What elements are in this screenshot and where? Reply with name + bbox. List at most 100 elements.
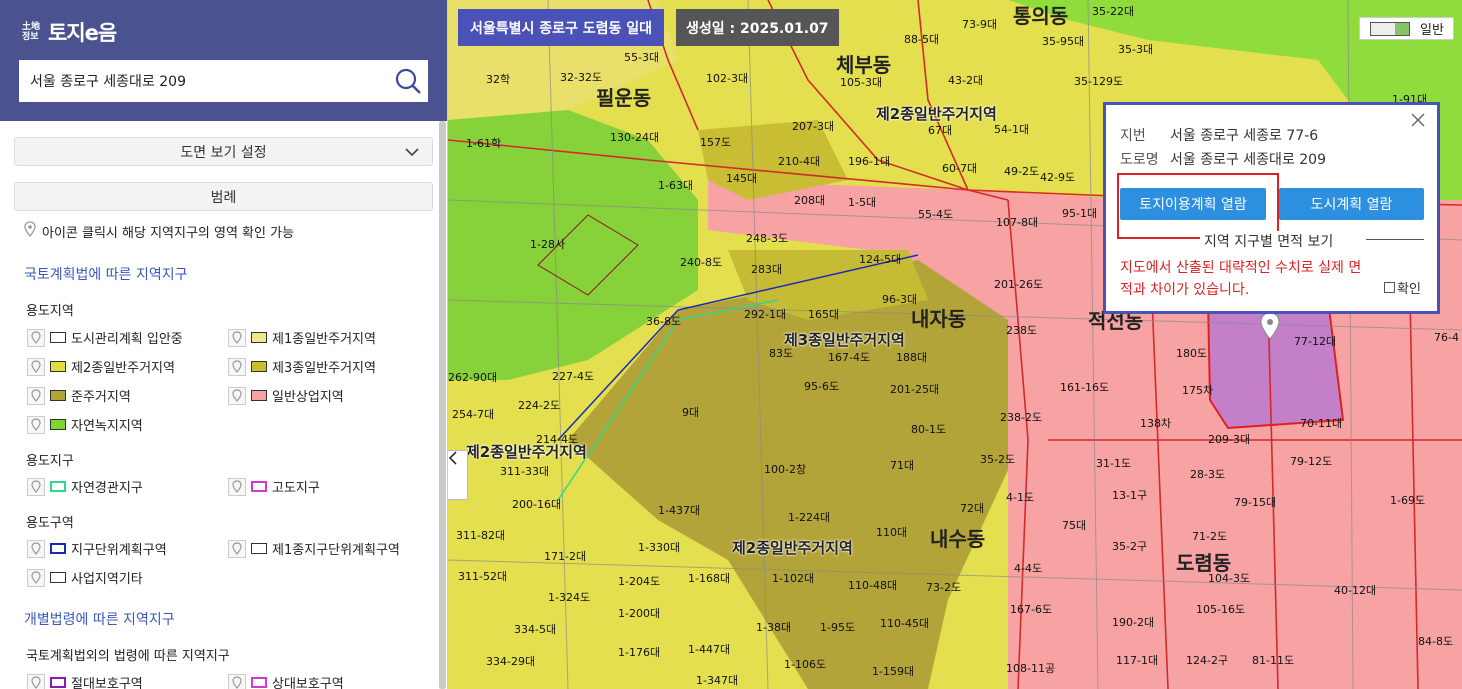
zone-label: 제3종일반주거지역 <box>784 331 905 349</box>
pin-icon[interactable] <box>228 477 246 496</box>
area-view-link[interactable]: 지역 지구별 면적 보기 <box>1200 231 1338 251</box>
parcel-label: 80-1도 <box>911 423 947 436</box>
parcel-label: 108-11공 <box>1006 662 1056 675</box>
legend-item[interactable]: 상대보호구역 <box>228 673 344 689</box>
group-heading: 용도지역 <box>26 304 74 319</box>
parcel-label: 104-3도 <box>1208 572 1251 585</box>
parcel-label: 79-12도 <box>1290 455 1333 468</box>
pin-icon[interactable] <box>27 357 45 376</box>
legend-swatch <box>50 677 66 688</box>
divider <box>1366 239 1424 240</box>
parcel-label: 1-437대 <box>658 504 701 517</box>
parcel-label: 72대 <box>960 502 985 515</box>
sidebar-collapse-button[interactable] <box>448 450 468 500</box>
parcel-label: 209-3대 <box>1208 433 1251 446</box>
pin-icon[interactable] <box>228 328 246 347</box>
legend-label: 준주거지역 <box>71 390 131 405</box>
landuse-plan-button[interactable]: 토지이용계획 열람 <box>1120 188 1266 220</box>
parcel-label: 334-5대 <box>514 623 557 636</box>
pin-icon[interactable] <box>228 357 246 376</box>
parcel-label: 1-224대 <box>788 511 831 524</box>
pin-icon[interactable] <box>27 539 45 558</box>
parcel-label: 210-4대 <box>778 155 821 168</box>
legend-label: 제2종일반주거지역 <box>71 361 175 376</box>
legend-item[interactable]: 자연경관지구 <box>27 477 143 496</box>
parcel-label: 36-8도 <box>646 315 682 328</box>
parcel-label: 88-5대 <box>904 33 940 46</box>
parcel-label: 73-2도 <box>926 581 962 594</box>
road-row: 도로명 서울 종로구 세종대로 209 <box>1120 149 1326 169</box>
view-setting-button[interactable]: 도면 보기 설정 <box>14 137 433 166</box>
road-label: 도로명 <box>1120 152 1159 168</box>
search-input[interactable] <box>19 61 388 101</box>
pin-icon[interactable] <box>228 673 246 689</box>
jibun-label: 지번 <box>1120 128 1146 144</box>
parcel-label: 1-95도 <box>820 621 856 634</box>
legend-item[interactable]: 준주거지역 <box>27 386 131 405</box>
pin-icon[interactable] <box>27 477 45 496</box>
parcel-label: 207-3대 <box>792 120 835 133</box>
pin-icon[interactable] <box>228 386 246 405</box>
parcel-label: 60-7대 <box>942 162 978 175</box>
legend-item[interactable]: 고도지구 <box>228 477 320 496</box>
parcel-label: 67대 <box>928 124 953 137</box>
map-view[interactable]: 필운동 체부동 통의동 내자동 내수동 도렴동 적선동 제2종일반주거지역 제3… <box>448 0 1462 689</box>
pin-icon[interactable] <box>228 539 246 558</box>
legend-item[interactable]: 사업지역기타 <box>27 568 143 587</box>
legend-button[interactable]: 범례 <box>14 182 433 211</box>
logo-mark: 土地 정보 <box>22 22 41 42</box>
parcel-label: 1-69도 <box>1390 494 1426 507</box>
toggle-switch[interactable] <box>1370 21 1410 36</box>
parcel-label: 165대 <box>808 308 840 321</box>
legend-swatch <box>50 361 66 372</box>
legend-label: 범례 <box>210 189 237 206</box>
pin-icon[interactable] <box>27 386 45 405</box>
parcel-label: 1-106도 <box>784 658 827 671</box>
sidebar-scrollbar[interactable] <box>439 121 446 689</box>
search-box <box>19 60 428 102</box>
legend-swatch <box>50 543 66 554</box>
legend-panel: 도면 보기 설정 범례 아이콘 클릭시 해당 지역지구의 영역 확인 가능 국토… <box>0 121 438 689</box>
parcel-label: 124-2구 <box>1186 654 1229 667</box>
legend-item[interactable]: 지구단위계획구역 <box>27 539 167 558</box>
parcel-label: 138차 <box>1140 417 1172 430</box>
legend-item[interactable]: 제3종일반주거지역 <box>228 357 376 376</box>
legend-item[interactable]: 일반상업지역 <box>228 386 344 405</box>
search-icon[interactable] <box>388 61 428 101</box>
pin-icon <box>24 221 36 241</box>
city-plan-button[interactable]: 도시계획 열람 <box>1279 188 1424 220</box>
checkbox-icon[interactable] <box>1384 282 1395 293</box>
pin-icon[interactable] <box>27 328 45 347</box>
parcel-label: 224-2도 <box>518 399 561 412</box>
parcel-label: 35-3대 <box>1118 43 1154 56</box>
parcel-label: 238도 <box>1006 324 1038 337</box>
legend-item[interactable]: 자연녹지지역 <box>27 415 143 434</box>
close-icon[interactable] <box>1411 113 1429 131</box>
location-label: 서울특별시 종로구 도렴동 일대 <box>458 9 665 46</box>
parcel-info-popup: 지번 서울 종로구 세종로 77-6 도로명 서울 종로구 세종대로 209 토지이… <box>1103 102 1440 314</box>
parcel-label: 31-1도 <box>1096 457 1132 470</box>
parcel-label: 35-22대 <box>1092 5 1135 18</box>
confirm-checkbox[interactable]: 확인 <box>1384 278 1421 297</box>
parcel-label: 208대 <box>794 194 826 207</box>
parcel-label: 54-1대 <box>994 123 1030 136</box>
legend-item[interactable]: 제1종지구단위계획구역 <box>228 539 400 558</box>
legend-swatch <box>251 332 267 343</box>
legend-label: 제3종일반주거지역 <box>272 361 376 376</box>
parcel-label: 79-15대 <box>1234 496 1277 509</box>
parcel-label: 95-6도 <box>804 380 840 393</box>
legend-item[interactable]: 제1종일반주거지역 <box>228 328 376 347</box>
parcel-label: 292-1대 <box>744 308 787 321</box>
parcel-label: 1-28사 <box>530 238 566 251</box>
basemap-toggle[interactable]: 일반 <box>1359 17 1454 40</box>
legend-item[interactable]: 도시관리계획 입안중 <box>27 328 183 347</box>
pin-icon[interactable] <box>27 673 45 689</box>
pin-icon[interactable] <box>27 415 45 434</box>
pin-icon[interactable] <box>27 568 45 587</box>
legend-item[interactable]: 절대보호구역 <box>27 673 143 689</box>
scrollbar-thumb[interactable] <box>439 121 446 689</box>
legend-item[interactable]: 제2종일반주거지역 <box>27 357 175 376</box>
parcel-label: 240-8도 <box>680 256 723 269</box>
app-logo[interactable]: 土地 정보 토지e음 <box>22 18 117 46</box>
sidebar: 土地정보 토지e음 도면 보기 설정 범례 아이콘 클릭시 해당 지역지구의 영… <box>0 0 448 689</box>
